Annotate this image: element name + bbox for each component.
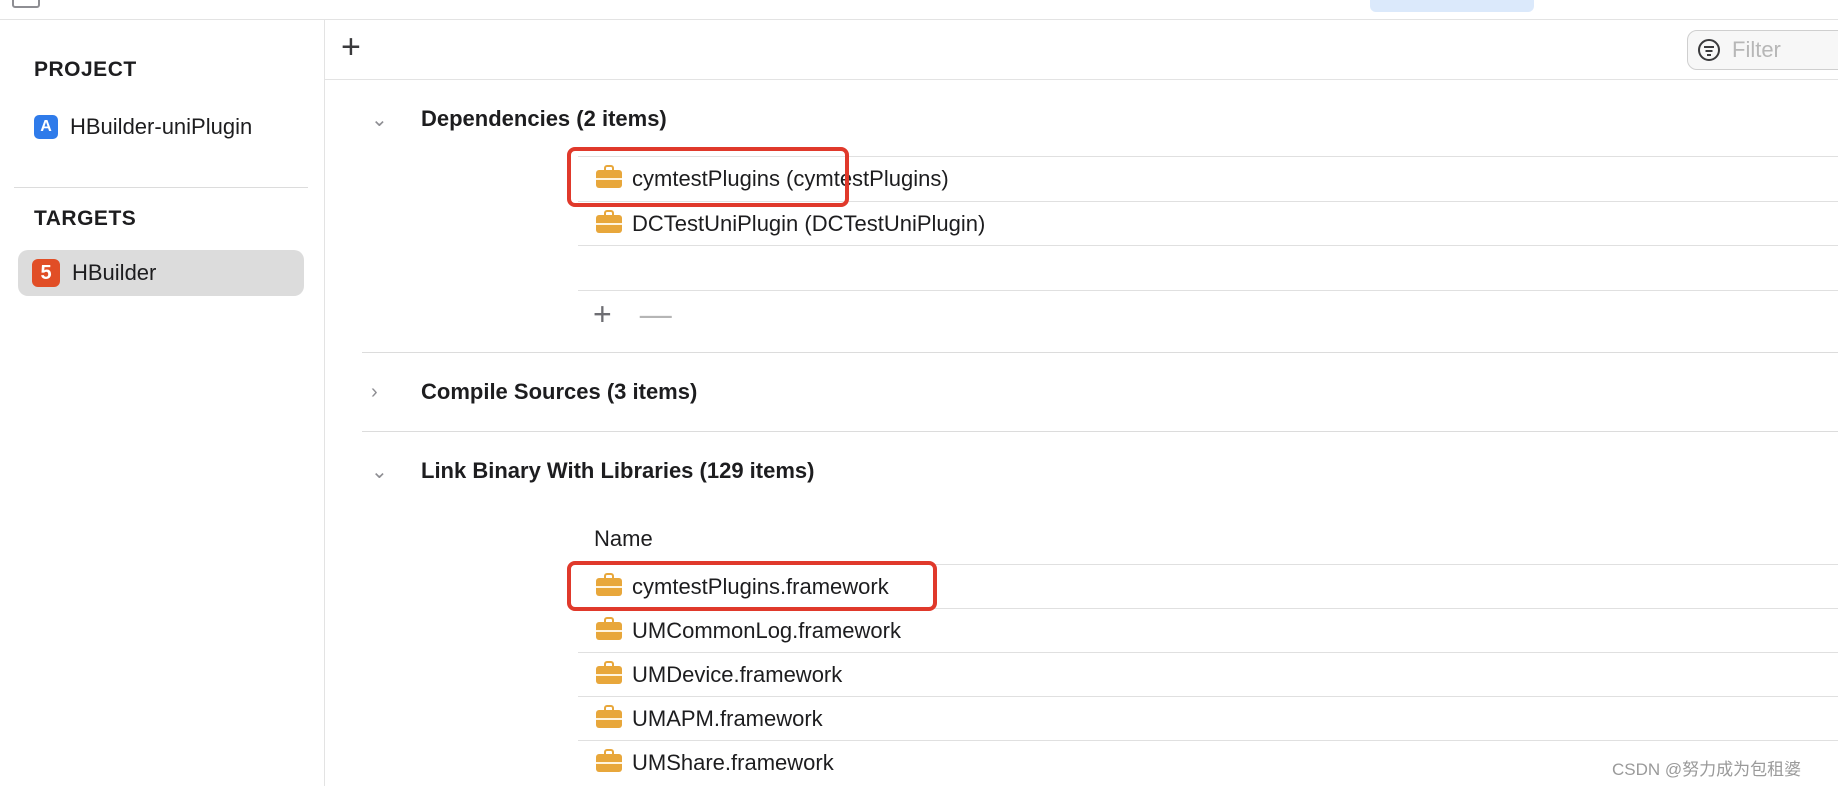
table-row[interactable]: UMAPM.framework: [578, 696, 1838, 741]
remove-dependency-button[interactable]: —: [640, 298, 672, 330]
phase-dependencies-header[interactable]: ⌄ Dependencies (2 items): [371, 104, 667, 134]
filter-field[interactable]: [1687, 30, 1838, 70]
framework-icon: [596, 617, 622, 640]
project-name: HBuilder-uniPlugin: [70, 114, 253, 139]
filter-input[interactable]: [1730, 36, 1834, 64]
row-divider: [578, 245, 1838, 246]
project-heading: PROJECT: [34, 58, 137, 81]
html5-icon: 5: [32, 259, 60, 287]
row-divider: [578, 290, 1838, 291]
column-header-name[interactable]: Name: [594, 526, 653, 552]
framework-name: UMAPM.framework: [632, 706, 823, 731]
add-dependency-button[interactable]: +: [593, 298, 612, 330]
add-build-phase-button[interactable]: +: [341, 30, 361, 64]
watermark: CSDN @努力成为包租婆: [1612, 760, 1802, 779]
phase-title: Dependencies (2 items): [421, 106, 667, 131]
phase-compile-sources-header[interactable]: › Compile Sources (3 items): [371, 377, 697, 407]
annotation-highlight-framework: [567, 561, 937, 611]
framework-name: UMCommonLog.framework: [632, 618, 901, 643]
chevron-down-icon[interactable]: ⌄: [371, 107, 397, 132]
phase-divider: [362, 352, 1838, 353]
build-phases-editor: + ⌄ Dependencies (2 items) cymtestPlugin…: [325, 20, 1838, 786]
phase-link-binary-header[interactable]: ⌄ Link Binary With Libraries (129 items): [371, 456, 814, 486]
project-navigator: PROJECT A HBuilder-uniPlugin TARGETS 5 H…: [0, 20, 325, 786]
build-phases-toolbar: +: [325, 20, 1838, 80]
framework-name: UMShare.framework: [632, 750, 834, 775]
target-item-hbuilder[interactable]: 5 HBuilder: [18, 250, 304, 296]
dependency-name: DCTestUniPlugin (DCTestUniPlugin): [632, 211, 986, 236]
targets-heading: TARGETS: [34, 207, 137, 230]
framework-icon: [596, 749, 622, 772]
sidebar-toggle-icon[interactable]: [12, 0, 40, 8]
framework-name: UMDevice.framework: [632, 662, 843, 687]
target-name: HBuilder: [72, 260, 157, 285]
framework-icon: [596, 705, 622, 728]
project-item[interactable]: A HBuilder-uniPlugin: [34, 112, 252, 142]
phase-title: Link Binary With Libraries (129 items): [421, 458, 815, 483]
window-toolbar: [0, 0, 1838, 20]
framework-icon: [596, 661, 622, 684]
framework-icon: [596, 210, 622, 233]
table-row[interactable]: UMCommonLog.framework: [578, 608, 1838, 653]
filter-icon: [1698, 39, 1720, 61]
list-item[interactable]: DCTestUniPlugin (DCTestUniPlugin): [578, 201, 1838, 246]
annotation-highlight-dependency: [567, 147, 849, 207]
table-row[interactable]: UMDevice.framework: [578, 652, 1838, 697]
sidebar-divider: [14, 187, 308, 188]
chevron-down-icon[interactable]: ⌄: [371, 459, 397, 484]
dependency-controls: + —: [593, 298, 672, 330]
chevron-right-icon[interactable]: ›: [371, 381, 397, 404]
xcode-app-icon: A: [34, 115, 58, 139]
phase-title: Compile Sources (3 items): [421, 379, 698, 404]
phase-divider: [362, 431, 1838, 432]
selected-tab[interactable]: [1370, 0, 1534, 12]
